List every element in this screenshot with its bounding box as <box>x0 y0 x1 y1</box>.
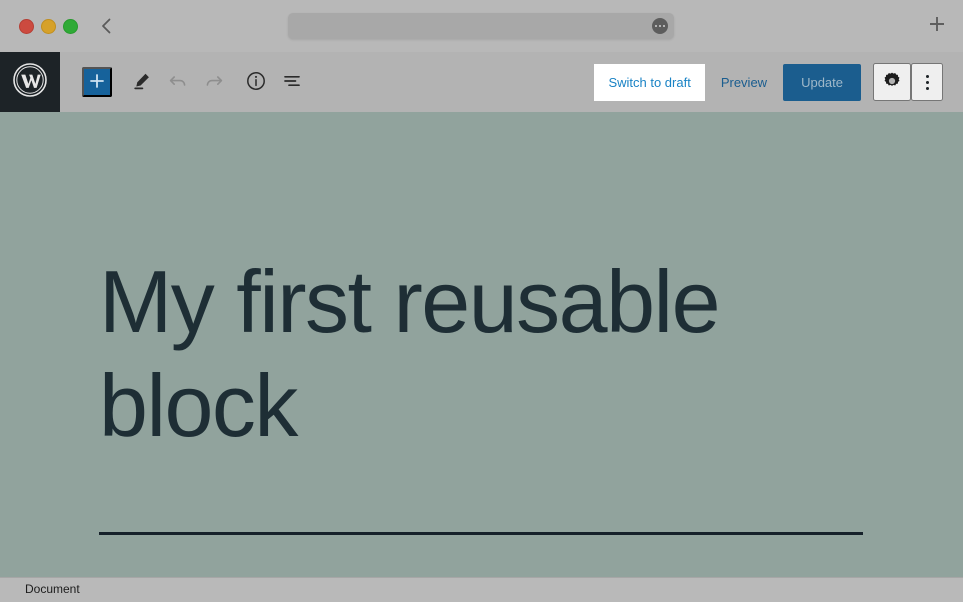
plus-icon <box>927 14 947 39</box>
pencil-icon <box>132 71 152 94</box>
post-title[interactable]: My first reusable block <box>99 250 799 458</box>
ellipsis-vertical-dot <box>925 74 929 78</box>
breadcrumb[interactable]: Document <box>25 578 80 602</box>
redo-button[interactable] <box>196 64 232 100</box>
maximize-window-button[interactable] <box>63 19 78 34</box>
address-bar[interactable] <box>288 13 674 39</box>
wordpress-logo-icon <box>12 62 48 103</box>
chevron-left-icon <box>99 17 113 35</box>
undo-icon <box>168 71 188 94</box>
edit-tool-button[interactable] <box>124 64 160 100</box>
editor-status-bar: Document <box>0 577 963 602</box>
wordpress-home-button[interactable] <box>0 52 60 112</box>
window-traffic-lights <box>19 19 78 34</box>
update-button[interactable]: Update <box>783 63 861 101</box>
details-button[interactable] <box>238 64 274 100</box>
ellipsis-vertical-dot <box>925 80 929 84</box>
close-window-button[interactable] <box>19 19 34 34</box>
editor-canvas[interactable]: My first reusable block My first paragra… <box>0 112 963 577</box>
ellipsis-dot <box>654 24 658 28</box>
more-options-button[interactable] <box>911 63 943 101</box>
editor-toolbar-right-group: Switch to draft Preview Update <box>594 52 963 112</box>
info-icon <box>245 70 267 95</box>
list-view-icon <box>281 70 303 95</box>
switch-to-draft-button[interactable]: Switch to draft <box>594 63 705 101</box>
wordpress-block-editor-window: Switch to draft Preview Update My first … <box>0 0 963 602</box>
editor-toolbar: Switch to draft Preview Update <box>0 52 963 112</box>
ellipsis-dot <box>658 24 662 28</box>
new-tab-button[interactable] <box>924 13 950 39</box>
plus-icon <box>89 73 105 92</box>
back-button[interactable] <box>93 12 119 40</box>
editor-toolbar-left-group <box>82 52 310 112</box>
separator-block[interactable] <box>99 532 863 536</box>
browser-chrome <box>0 0 963 52</box>
address-bar-menu-button[interactable] <box>652 18 668 34</box>
redo-icon <box>204 71 224 94</box>
separator-line <box>99 532 863 535</box>
undo-button[interactable] <box>160 64 196 100</box>
gear-icon <box>882 71 902 94</box>
add-block-button[interactable] <box>82 67 112 97</box>
list-view-button[interactable] <box>274 64 310 100</box>
ellipsis-dot <box>662 24 666 28</box>
minimize-window-button[interactable] <box>41 19 56 34</box>
preview-button[interactable]: Preview <box>705 64 783 101</box>
settings-button[interactable] <box>873 63 911 101</box>
ellipsis-vertical-dot <box>925 86 929 90</box>
